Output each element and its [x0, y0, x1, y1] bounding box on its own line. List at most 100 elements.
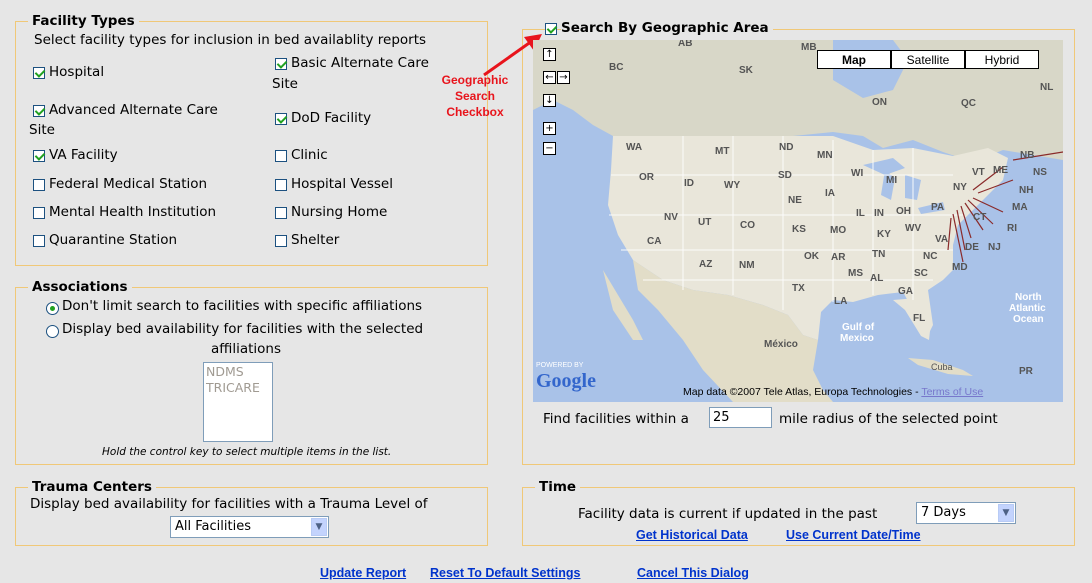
zoom-in-button[interactable]: +	[543, 122, 556, 135]
map-label-wa: WA	[626, 142, 643, 153]
map-label-tx: TX	[792, 283, 805, 294]
map-type-map-button[interactable]: Map	[817, 50, 891, 69]
label-clinic: Clinic	[291, 147, 328, 163]
use-current-date-time-link[interactable]: Use Current Date/Time	[786, 528, 921, 542]
pan-right-button[interactable]: →	[557, 71, 570, 84]
checkbox-quarantine-station[interactable]	[33, 235, 45, 247]
radio-selected-affiliations[interactable]	[46, 325, 59, 338]
map-label-or: OR	[639, 172, 654, 183]
map-label-ga: GA	[898, 286, 913, 297]
annotation-line-1: Geographic	[441, 73, 509, 87]
map-label-nv: NV	[664, 212, 678, 223]
find-facilities-suffix: mile radius of the selected point	[779, 411, 998, 427]
time-legend: Time	[535, 478, 581, 496]
map-label-mn: MN	[817, 150, 833, 161]
map-attribution: Map data ©2007 Tele Atlas, Europa Techno…	[683, 386, 983, 398]
geo-legend: Search By Geographic Area	[561, 20, 773, 36]
geographic-map[interactable]: ↑ ← → ↓ + − Map Satellite Hybrid AB MB B…	[533, 40, 1063, 402]
map-label-ut: UT	[698, 217, 712, 228]
map-label-co: CO	[740, 220, 755, 231]
checkbox-va-facility[interactable]	[33, 150, 45, 162]
trauma-level-selected: All Facilities	[175, 519, 251, 534]
terms-of-use-link[interactable]: Terms of Use	[921, 386, 983, 398]
map-attribution-text: Map data ©2007 Tele Atlas, Europa Techno…	[683, 386, 922, 398]
map-label-id: ID	[684, 178, 694, 189]
checkbox-shelter[interactable]	[275, 235, 287, 247]
trauma-description: Display bed availability for facilities …	[30, 496, 428, 512]
map-type-satellite-button[interactable]: Satellite	[891, 50, 965, 69]
label-mental-health-institution: Mental Health Institution	[49, 204, 217, 220]
map-label-mexico-gulf: Mexico	[840, 333, 874, 344]
map-label-ocean: Ocean	[1013, 314, 1044, 325]
reset-default-settings-link[interactable]: Reset To Default Settings	[430, 566, 580, 580]
cancel-dialog-link[interactable]: Cancel This Dialog	[637, 566, 749, 580]
checkbox-nursing-home[interactable]	[275, 207, 287, 219]
pan-up-button[interactable]: ↑	[543, 48, 556, 61]
label-va-facility: VA Facility	[49, 147, 118, 163]
map-label-tn: TN	[872, 249, 886, 260]
map-label-me: ME	[993, 165, 1008, 176]
map-label-mt: MT	[715, 146, 730, 157]
multi-select-hint: Hold the control key to select multiple …	[102, 446, 392, 458]
time-range-select[interactable]: 7 Days ▼	[916, 502, 1016, 524]
map-label-bc: BC	[609, 62, 624, 73]
label-basic-alternate-care-site-line2: Site	[272, 76, 298, 92]
map-label-nc: NC	[923, 251, 938, 262]
map-label-mexico: México	[764, 339, 798, 350]
checkbox-advanced-alternate-care-site[interactable]	[33, 105, 45, 117]
affiliations-listbox[interactable]: NDMS TRICARE	[203, 362, 273, 442]
map-label-vt: VT	[972, 167, 985, 178]
radius-input[interactable]: 25	[709, 407, 772, 428]
map-label-ne: NE	[788, 195, 802, 206]
checkbox-federal-medical-station[interactable]	[33, 179, 45, 191]
find-facilities-prefix: Find facilities within a	[543, 411, 689, 427]
zoom-out-button[interactable]: −	[543, 142, 556, 155]
map-label-va: VA	[935, 234, 949, 245]
radio-no-affiliation-limit[interactable]	[46, 302, 59, 315]
label-shelter: Shelter	[291, 232, 340, 248]
label-federal-medical-station: Federal Medical Station	[49, 176, 208, 192]
map-label-mi: MI	[886, 175, 898, 186]
map-label-wv: WV	[905, 223, 922, 234]
map-label-nh: NH	[1019, 185, 1034, 196]
map-label-ms: MS	[848, 268, 863, 279]
checkbox-dod-facility[interactable]	[275, 113, 287, 125]
trauma-level-select[interactable]: All Facilities ▼	[170, 516, 329, 538]
label-nursing-home: Nursing Home	[291, 204, 388, 220]
checkbox-basic-alternate-care-site[interactable]	[275, 58, 287, 70]
map-label-nm: NM	[739, 260, 755, 271]
pan-down-button[interactable]: ↓	[543, 94, 556, 107]
update-report-link[interactable]: Update Report	[320, 566, 406, 580]
map-label-nd: ND	[779, 142, 794, 153]
google-logo: Google	[536, 370, 596, 392]
map-label-ma: MA	[1012, 202, 1028, 213]
checkbox-clinic[interactable]	[275, 150, 287, 162]
map-label-north: North	[1015, 292, 1042, 303]
checkbox-mental-health-institution[interactable]	[33, 207, 45, 219]
affiliation-option-ndms[interactable]: NDMS	[206, 364, 270, 380]
chevron-down-icon[interactable]: ▼	[998, 504, 1014, 522]
map-label-gulf-of: Gulf of	[842, 322, 875, 333]
map-type-hybrid-button[interactable]: Hybrid	[965, 50, 1039, 69]
pan-left-button[interactable]: ←	[543, 71, 556, 84]
map-label-nl: NL	[1040, 82, 1054, 93]
facility-types-description: Select facility types for inclusion in b…	[34, 32, 427, 48]
map-label-ct: CT	[973, 212, 987, 223]
map-label-ia: IA	[825, 188, 835, 199]
map-label-pa: PA	[931, 202, 945, 213]
trauma-centers-legend: Trauma Centers	[28, 478, 156, 496]
annotation-line-3: Checkbox	[446, 105, 504, 119]
label-hospital-vessel: Hospital Vessel	[291, 176, 393, 192]
affiliation-option-tricare[interactable]: TRICARE	[206, 380, 270, 396]
facility-types-legend: Facility Types	[28, 12, 139, 30]
chevron-down-icon[interactable]: ▼	[311, 518, 327, 536]
label-basic-alternate-care-site: Basic Alternate Care	[291, 55, 429, 71]
map-label-il: IL	[856, 208, 865, 219]
get-historical-data-link[interactable]: Get Historical Data	[636, 528, 748, 542]
checkbox-hospital-vessel[interactable]	[275, 179, 287, 191]
map-label-al: AL	[870, 273, 884, 284]
checkbox-hospital[interactable]	[33, 67, 45, 79]
associations-legend: Associations	[28, 278, 132, 296]
map-label-mo: MO	[830, 225, 847, 236]
label-hospital: Hospital	[49, 64, 105, 80]
